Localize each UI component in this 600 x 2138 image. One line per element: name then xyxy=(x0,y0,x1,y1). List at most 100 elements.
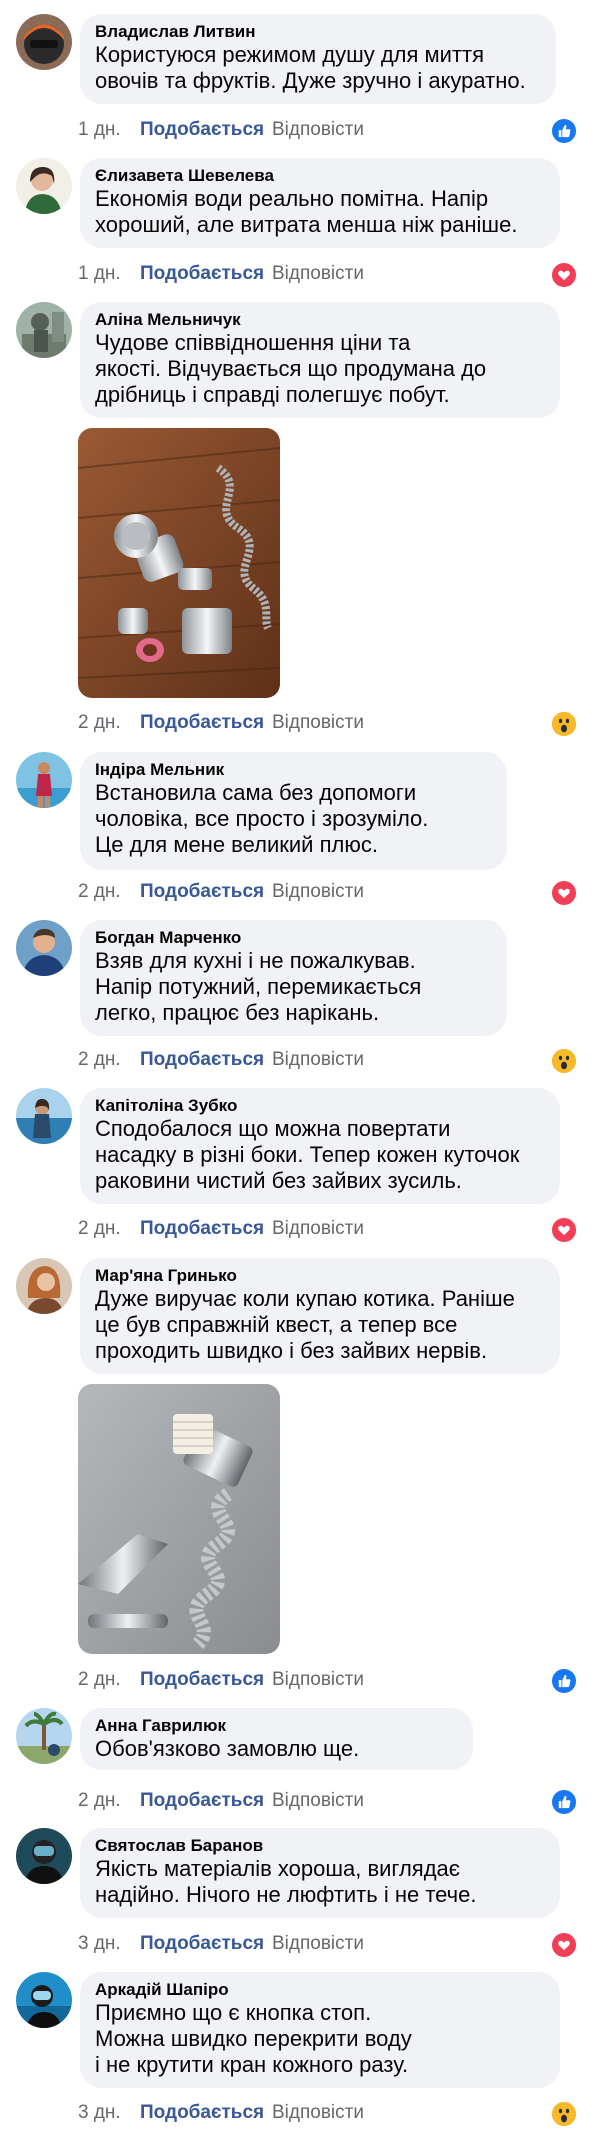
avatar[interactable] xyxy=(16,302,72,358)
reply-button[interactable]: Відповісти xyxy=(272,1789,364,1813)
comment-timestamp[interactable]: 1 дн. xyxy=(78,118,121,142)
comment-text-line: це був справжній квест, а тепер все xyxy=(95,1312,458,1337)
comment-text-line: Напір потужний, перемикається xyxy=(95,974,422,999)
comment-actions: 2 дн.ПодобаєтьсяВідповісти9 xyxy=(78,1788,588,1816)
avatar[interactable] xyxy=(16,1088,72,1144)
avatar[interactable] xyxy=(16,1708,72,1764)
comment-bubble: Єлизавета Шевелева Економія води реально … xyxy=(80,158,560,248)
reply-button[interactable]: Відповісти xyxy=(272,1668,364,1692)
reply-button[interactable]: Відповісти xyxy=(272,711,364,735)
like-button[interactable]: Подобається xyxy=(140,1217,264,1241)
reply-button[interactable]: Відповісти xyxy=(272,1217,364,1241)
comment-bubble: Владислав Литвин Користуюся режимом душу … xyxy=(80,14,556,104)
comment-timestamp[interactable]: 2 дн. xyxy=(78,711,121,735)
comment-text-line: Обов'язково замовлю ще. xyxy=(95,1736,360,1761)
like-button[interactable]: Подобається xyxy=(140,2101,264,2125)
comment-timestamp[interactable]: 2 дн. xyxy=(78,880,121,904)
like-reaction-icon xyxy=(550,1788,578,1816)
comment-text-line: Користуюся режимом душу для миття xyxy=(95,42,485,67)
comment-actions: 1 дн.ПодобаєтьсяВідповісти8 xyxy=(78,261,588,289)
comment-author[interactable]: Аркадій Шапіро xyxy=(95,1980,544,2000)
comment-actions: 2 дн.ПодобаєтьсяВідповісти5 xyxy=(78,879,588,907)
avatar[interactable] xyxy=(16,920,72,976)
comment-text-line: чоловіка, все просто і зрозуміло. xyxy=(95,806,429,831)
comment-text-line: овочів та фруктів. Дуже зручно і акуратн… xyxy=(95,68,526,93)
comment-actions: 2 дн.ПодобаєтьсяВідповісти8 xyxy=(78,1667,588,1695)
wow-reaction-icon xyxy=(550,710,578,738)
comment-timestamp[interactable]: 2 дн. xyxy=(78,1048,121,1072)
comment-text-line: Це для мене великий плюс. xyxy=(95,832,378,857)
like-button[interactable]: Подобається xyxy=(140,262,264,286)
like-button[interactable]: Подобається xyxy=(140,1789,264,1813)
comment-author[interactable]: Святослав Баранов xyxy=(95,1836,544,1856)
love-reaction-icon xyxy=(550,1216,578,1244)
comment-text-line: Встановила сама без допомоги xyxy=(95,780,417,805)
comment-author[interactable]: Богдан Марченко xyxy=(95,928,491,948)
comment-text-line: легко, працює без нарікань. xyxy=(95,1000,380,1025)
comment-bubble: Індіра Мельник Встановила сама без допомо… xyxy=(80,752,507,870)
comment-actions: 2 дн.ПодобаєтьсяВідповісти4 xyxy=(78,710,588,738)
comment-actions: 3 дн.ПодобаєтьсяВідповісти8 xyxy=(78,2100,588,2128)
comment-timestamp[interactable]: 2 дн. xyxy=(78,1789,121,1813)
comment-text-line: надійно. Нічого не люфтить і не тече. xyxy=(95,1882,477,1907)
like-button[interactable]: Подобається xyxy=(140,1668,264,1692)
like-button[interactable]: Подобається xyxy=(140,711,264,735)
love-reaction-icon xyxy=(550,879,578,907)
comment-text-line: Якість матеріалів хороша, виглядає xyxy=(95,1856,461,1881)
comment-bubble: Аркадій Шапіро Приємно що є кнопка стоп. М… xyxy=(80,1972,560,2088)
like-reaction-icon xyxy=(550,117,578,145)
wow-reaction-icon xyxy=(550,2100,578,2128)
comment-text-line: раковини чистий без зайвих зусиль. xyxy=(95,1168,462,1193)
faucet-parts-photo[interactable] xyxy=(78,428,280,698)
comment-bubble: Мар'яна Гринько Дуже виручає коли купаю к… xyxy=(80,1258,560,1374)
reply-button[interactable]: Відповісти xyxy=(272,118,364,142)
comment-bubble: Капітоліна Зубко Сподобалося що можна пов… xyxy=(80,1088,560,1204)
comment-timestamp[interactable]: 3 дн. xyxy=(78,2101,121,2125)
comment-text-line: якості. Відчувається що продумана до xyxy=(95,356,487,381)
comment-actions: 3 дн.ПодобаєтьсяВідповісти3 xyxy=(78,1931,588,1959)
comment-text-line: Приємно що є кнопка стоп. xyxy=(95,2000,372,2025)
love-reaction-icon xyxy=(550,261,578,289)
comment-bubble: Аліна Мельничук Чудове співвідношення цін… xyxy=(80,302,560,418)
comment-timestamp[interactable]: 2 дн. xyxy=(78,1217,121,1241)
comment-timestamp[interactable]: 2 дн. xyxy=(78,1668,121,1692)
comment-author[interactable]: Капітоліна Зубко xyxy=(95,1096,544,1116)
like-button[interactable]: Подобається xyxy=(140,118,264,142)
like-button[interactable]: Подобається xyxy=(140,1048,264,1072)
comment-text-line: Чудове співвідношення ціни та xyxy=(95,330,411,355)
avatar[interactable] xyxy=(16,1972,72,2028)
comment-text-line: і не крутити кран кожного разу. xyxy=(95,2052,409,2077)
comment-actions: 2 дн.ПодобаєтьсяВідповісти8 xyxy=(78,1216,588,1244)
reply-button[interactable]: Відповісти xyxy=(272,1048,364,1072)
comment-text-line: Економія води реально помітна. Напір xyxy=(95,186,489,211)
comment-bubble: Анна Гаврилюк Обов'язково замовлю ще. xyxy=(80,1708,473,1770)
love-reaction-icon xyxy=(550,1931,578,1959)
comment-bubble: Богдан Марченко Взяв для кухні і не пожал… xyxy=(80,920,507,1036)
like-button[interactable]: Подобається xyxy=(140,880,264,904)
comment-timestamp[interactable]: 1 дн. xyxy=(78,262,121,286)
avatar[interactable] xyxy=(16,752,72,808)
reply-button[interactable]: Відповісти xyxy=(272,262,364,286)
comment-author[interactable]: Анна Гаврилюк xyxy=(95,1716,457,1736)
comment-text-line: Взяв для кухні і не пожалкував. xyxy=(95,948,416,973)
reply-button[interactable]: Відповісти xyxy=(272,1932,364,1956)
avatar[interactable] xyxy=(16,1258,72,1314)
comment-author[interactable]: Мар'яна Гринько xyxy=(95,1266,544,1286)
comment-text-line: насадку в різні боки. Тепер кожен куточо… xyxy=(95,1142,520,1167)
avatar[interactable] xyxy=(16,14,72,70)
comment-actions: 2 дн.ПодобаєтьсяВідповісти10 xyxy=(78,1047,588,1075)
comment-actions: 1 дн.ПодобаєтьсяВідповісти2 xyxy=(78,117,588,145)
comment-timestamp[interactable]: 3 дн. xyxy=(78,1932,121,1956)
comment-author[interactable]: Аліна Мельничук xyxy=(95,310,544,330)
like-button[interactable]: Подобається xyxy=(140,1932,264,1956)
comment-author[interactable]: Індіра Мельник xyxy=(95,760,491,780)
comment-author[interactable]: Владислав Литвин xyxy=(95,22,540,42)
comment-text-line: Дуже виручає коли купаю котика. Раніше xyxy=(95,1286,515,1311)
comment-text-line: хороший, але витрата менша ніж раніше. xyxy=(95,212,518,237)
comment-author[interactable]: Єлизавета Шевелева xyxy=(95,166,544,186)
reply-button[interactable]: Відповісти xyxy=(272,2101,364,2125)
reply-button[interactable]: Відповісти xyxy=(272,880,364,904)
avatar[interactable] xyxy=(16,1828,72,1884)
faucet-hose-photo[interactable] xyxy=(78,1384,280,1654)
avatar[interactable] xyxy=(16,158,72,214)
